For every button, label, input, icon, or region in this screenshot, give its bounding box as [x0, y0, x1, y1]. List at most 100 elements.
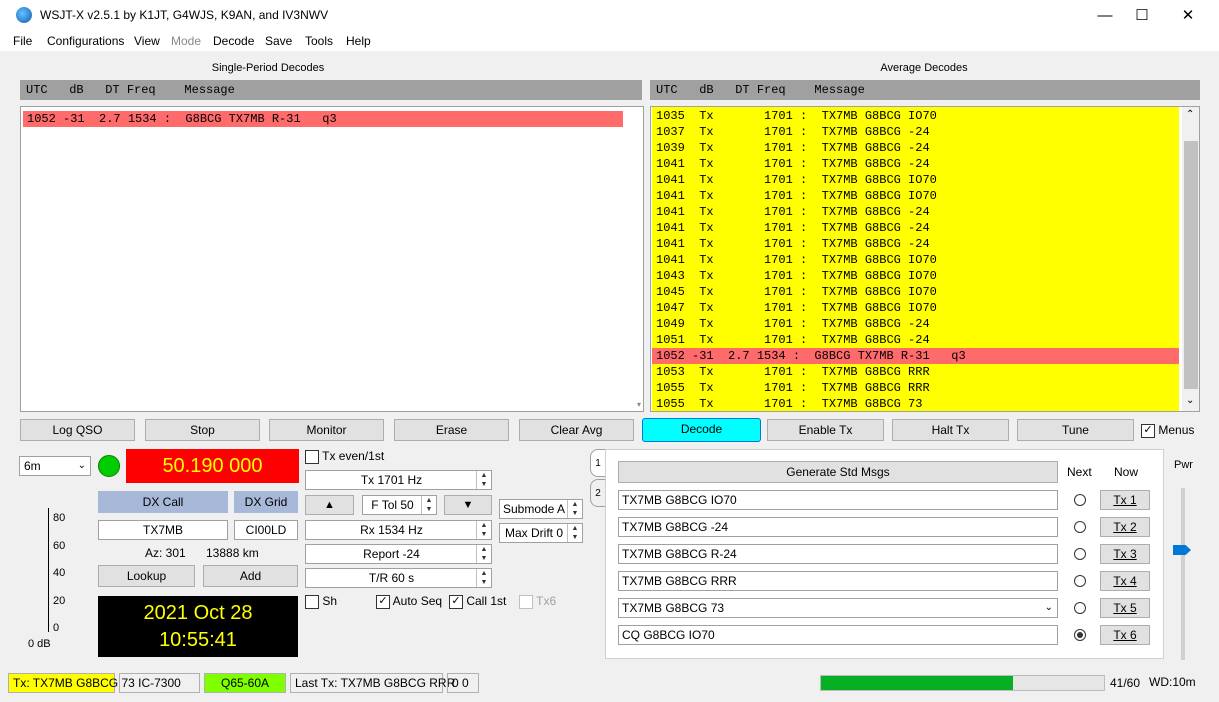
decode-row[interactable]: 1052 -31 2.7 1534 : G8BCG TX7MB R-31 q3 — [23, 111, 623, 127]
average-decode-row[interactable]: 1043 Tx 1701 : TX7MB G8BCG IO70 — [652, 268, 1179, 284]
generate-std-msgs-button[interactable]: Generate Std Msgs — [618, 461, 1058, 483]
dx-call-input[interactable]: TX7MB — [98, 520, 228, 540]
sh-checkbox[interactable]: Sh — [305, 594, 337, 609]
average-decode-row[interactable]: 1049 Tx 1701 : TX7MB G8BCG -24 — [652, 316, 1179, 332]
menu-save[interactable]: Save — [265, 34, 292, 48]
average-decode-row[interactable]: 1055 Tx 1701 : TX7MB G8BCG 73 — [652, 396, 1179, 411]
tr-period-spinbox[interactable]: T/R 60 s ▲ ▼ — [305, 568, 492, 588]
tx-freq-spinbox[interactable]: Tx 1701 Hz ▲ ▼ — [305, 470, 492, 490]
next-tx5-radio[interactable] — [1074, 602, 1086, 614]
single-period-decodes-panel[interactable]: 1052 -31 2.7 1534 : G8BCG TX7MB R-31 q3 … — [20, 106, 644, 412]
average-decode-row[interactable]: 1053 Tx 1701 : TX7MB G8BCG RRR — [652, 364, 1179, 380]
tx4-message-text: TX7MB G8BCG RRR — [622, 574, 737, 588]
average-decode-row[interactable]: 1041 Tx 1701 : TX7MB G8BCG IO70 — [652, 172, 1179, 188]
tx4-message-field[interactable]: TX7MB G8BCG RRR — [618, 571, 1058, 591]
scroll-up-icon[interactable]: ⌃ — [1186, 109, 1194, 120]
now-tx2-button[interactable]: Tx 2 — [1100, 517, 1150, 537]
scroll-down-icon[interactable]: ▾ — [637, 400, 641, 409]
average-decode-row[interactable]: 1041 Tx 1701 : TX7MB G8BCG -24 — [652, 220, 1179, 236]
menu-file[interactable]: File — [13, 34, 32, 48]
scroll-down-icon[interactable]: ⌄ — [1186, 395, 1194, 406]
maximize-button[interactable]: ☐ — [1119, 0, 1165, 31]
distance-text: 13888 km — [206, 546, 259, 560]
scrollbar-thumb[interactable] — [1184, 141, 1198, 389]
tx2-message-field[interactable]: TX7MB G8BCG -24 — [618, 517, 1058, 537]
stop-button[interactable]: Stop — [145, 419, 260, 441]
clear-avg-button[interactable]: Clear Avg — [519, 419, 634, 441]
menus-checkbox[interactable]: ✓ Menus — [1141, 423, 1194, 438]
average-decode-row[interactable]: 1039 Tx 1701 : TX7MB G8BCG -24 — [652, 140, 1179, 156]
average-decode-row[interactable]: 1051 Tx 1701 : TX7MB G8BCG -24 — [652, 332, 1179, 348]
monitor-button[interactable]: Monitor — [269, 419, 384, 441]
average-decode-row[interactable]: 1045 Tx 1701 : TX7MB G8BCG IO70 — [652, 284, 1179, 300]
menu-view[interactable]: View — [134, 34, 160, 48]
spin-arrows-icon[interactable]: ▲ ▼ — [476, 471, 491, 489]
menu-help[interactable]: Help — [346, 34, 371, 48]
ftol-spinbox[interactable]: F Tol 50 ▲ ▼ — [362, 495, 437, 515]
dx-grid-input[interactable]: CI00LD — [234, 520, 298, 540]
next-tx2-radio[interactable] — [1074, 521, 1086, 533]
average-decode-row[interactable]: 1035 Tx 1701 : TX7MB G8BCG IO70 — [652, 108, 1179, 124]
menu-decode[interactable]: Decode — [213, 34, 254, 48]
tx1-message-field[interactable]: TX7MB G8BCG IO70 — [618, 490, 1058, 510]
average-decode-row[interactable]: 1047 Tx 1701 : TX7MB G8BCG IO70 — [652, 300, 1179, 316]
menu-mode[interactable]: Mode — [171, 34, 201, 48]
spin-arrows-icon[interactable]: ▲ ▼ — [567, 524, 582, 542]
next-tx6-radio[interactable] — [1074, 629, 1086, 641]
tx5-message-field[interactable]: TX7MB G8BCG 73 ⌄ — [618, 598, 1058, 618]
tx-even-checkbox[interactable]: Tx even/1st — [305, 449, 384, 464]
lookup-button[interactable]: Lookup — [98, 565, 195, 587]
enable-tx-button[interactable]: Enable Tx — [767, 419, 884, 441]
now-tx4-button[interactable]: Tx 4 — [1100, 571, 1150, 591]
now-tx1-button[interactable]: Tx 1 — [1100, 490, 1150, 510]
halt-tx-button[interactable]: Halt Tx — [892, 419, 1009, 441]
frequency-display[interactable]: 50.190 000 — [126, 449, 299, 483]
tx3-message-field[interactable]: TX7MB G8BCG R-24 — [618, 544, 1058, 564]
next-tx3-radio[interactable] — [1074, 548, 1086, 560]
call-1st-checkbox[interactable]: ✓ Call 1st — [449, 594, 506, 609]
now-tx5-button[interactable]: Tx 5 — [1100, 598, 1150, 618]
tab-2[interactable]: 2 — [590, 479, 606, 507]
average-decode-row[interactable]: 1041 Tx 1701 : TX7MB G8BCG -24 — [652, 204, 1179, 220]
spin-arrows-icon[interactable]: ▲ ▼ — [476, 545, 491, 563]
tune-button[interactable]: Tune — [1017, 419, 1134, 441]
rx-eq-tx-down-button[interactable]: ▼ — [444, 495, 492, 515]
decode-button[interactable]: Decode — [642, 418, 761, 442]
average-decode-row[interactable]: 1052 -31 2.7 1534 : G8BCG TX7MB R-31 q3 — [652, 348, 1179, 364]
now-tx6-button[interactable]: Tx 6 — [1100, 625, 1150, 645]
tab-1[interactable]: 1 — [590, 449, 606, 477]
add-button[interactable]: Add — [203, 565, 298, 587]
report-spinbox[interactable]: Report -24 ▲ ▼ — [305, 544, 492, 564]
spin-arrows-icon[interactable]: ▲ ▼ — [567, 500, 582, 518]
next-tx1-radio[interactable] — [1074, 494, 1086, 506]
average-decode-row[interactable]: 1041 Tx 1701 : TX7MB G8BCG -24 — [652, 156, 1179, 172]
menu-configurations[interactable]: Configurations — [47, 34, 124, 48]
tx6-checkbox[interactable]: Tx6 — [519, 594, 556, 609]
average-decode-row[interactable]: 1041 Tx 1701 : TX7MB G8BCG IO70 — [652, 252, 1179, 268]
average-decode-row[interactable]: 1041 Tx 1701 : TX7MB G8BCG -24 — [652, 236, 1179, 252]
chevron-down-icon[interactable]: ⌄ — [1045, 599, 1053, 617]
power-slider-handle[interactable] — [1173, 545, 1191, 555]
power-slider-track[interactable] — [1181, 488, 1185, 660]
rx-freq-spinbox[interactable]: Rx 1534 Hz ▲ ▼ — [305, 520, 492, 540]
close-button[interactable]: ✕ — [1165, 0, 1211, 31]
submode-spinbox[interactable]: Submode A ▲ ▼ — [499, 499, 583, 519]
menu-tools[interactable]: Tools — [305, 34, 333, 48]
average-decodes-panel[interactable]: 1035 Tx 1701 : TX7MB G8BCG IO70 1037 Tx 1… — [650, 106, 1200, 412]
average-decode-row[interactable]: 1037 Tx 1701 : TX7MB G8BCG -24 — [652, 124, 1179, 140]
next-tx4-radio[interactable] — [1074, 575, 1086, 587]
average-decode-row[interactable]: 1041 Tx 1701 : TX7MB G8BCG IO70 — [652, 188, 1179, 204]
band-select[interactable]: 6m ⌄ — [19, 456, 91, 476]
spin-arrows-icon[interactable]: ▲ ▼ — [476, 569, 491, 587]
average-scrollbar[interactable]: ⌃ ⌄ — [1182, 107, 1199, 411]
tx6-message-field[interactable]: CQ G8BCG IO70 — [618, 625, 1058, 645]
log-qso-button[interactable]: Log QSO — [20, 419, 135, 441]
spin-arrows-icon[interactable]: ▲ ▼ — [476, 521, 491, 539]
max-drift-spinbox[interactable]: Max Drift 0 ▲ ▼ — [499, 523, 583, 543]
tx-eq-rx-up-button[interactable]: ▲ — [305, 495, 354, 515]
average-decode-row[interactable]: 1055 Tx 1701 : TX7MB G8BCG RRR — [652, 380, 1179, 396]
spin-arrows-icon[interactable]: ▲ ▼ — [421, 496, 436, 514]
auto-seq-checkbox[interactable]: ✓ Auto Seq — [376, 594, 442, 609]
now-tx3-button[interactable]: Tx 3 — [1100, 544, 1150, 564]
erase-button[interactable]: Erase — [394, 419, 509, 441]
